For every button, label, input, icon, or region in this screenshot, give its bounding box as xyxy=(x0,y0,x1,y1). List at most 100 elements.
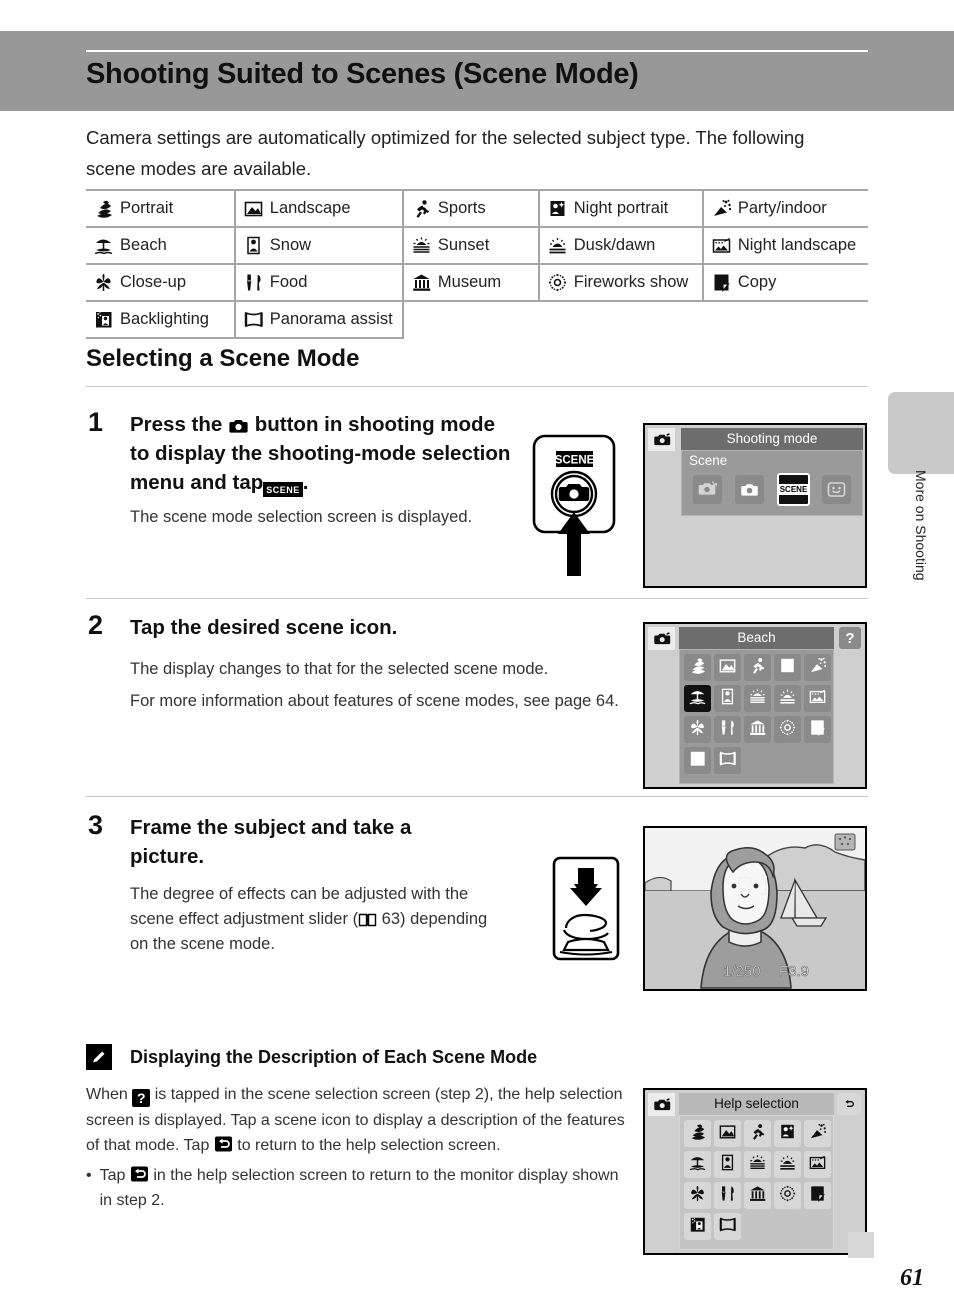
scene-tile-snow[interactable] xyxy=(714,1151,741,1178)
landscape-icon xyxy=(719,657,736,679)
scene-tile-night-portrait[interactable] xyxy=(774,1120,801,1147)
sports-icon xyxy=(749,657,766,679)
scene-tile-night-landscape[interactable] xyxy=(804,685,831,712)
panorama-assist-icon xyxy=(244,310,263,329)
scene-tile-landscape[interactable] xyxy=(714,1120,741,1147)
scene-tile-sunset[interactable] xyxy=(744,1151,771,1178)
step-3-body: The degree of effects can be adjusted wi… xyxy=(130,882,510,964)
help-return-button[interactable] xyxy=(837,1093,861,1115)
scene-table-cell: Snow xyxy=(233,226,404,265)
scene-tile-food[interactable] xyxy=(714,716,741,743)
side-tab-label: More on Shooting xyxy=(888,470,954,640)
fireworks-icon xyxy=(548,273,567,292)
scene-tile-dusk-dawn[interactable] xyxy=(774,1151,801,1178)
scene-table-row: Portrait Landscape Sports Night portrait Par… xyxy=(86,189,868,228)
scene-tile-copy[interactable] xyxy=(804,1182,831,1209)
step-3-number: 3 xyxy=(88,810,104,840)
food-icon xyxy=(719,719,736,741)
scene-tile-night-landscape[interactable] xyxy=(804,1151,831,1178)
scene-table-row: Backlighting Panorama assist xyxy=(86,300,868,339)
scene-tile-close-up[interactable] xyxy=(684,1182,711,1209)
scene-tile-landscape[interactable] xyxy=(714,654,741,681)
note-part-3: to return to the help selection screen. xyxy=(237,1137,501,1154)
help-button[interactable]: ? xyxy=(839,627,861,649)
lcd-shooting-mode-screen: Shooting mode Scene SCENE xyxy=(643,423,867,588)
scene-tile-dusk-dawn[interactable] xyxy=(774,685,801,712)
scene-mode-label: Party/indoor xyxy=(737,199,827,217)
beach-icon xyxy=(94,236,113,255)
scene-tile-panorama-assist[interactable] xyxy=(714,1213,741,1240)
night-portrait-icon xyxy=(779,1123,796,1145)
scene-mode-label: Fireworks show xyxy=(573,273,689,291)
scene-tile-party-indoor[interactable] xyxy=(804,654,831,681)
step-2-number: 2 xyxy=(88,610,104,640)
lcd-tile-auto-mode[interactable] xyxy=(735,475,764,504)
lcd-help-grid xyxy=(679,1115,834,1250)
scene-mode-label: Food xyxy=(269,273,308,291)
lcd-scene-selection-screen: Beach ? xyxy=(643,622,867,789)
scene-mode-label: Portrait xyxy=(120,199,174,217)
scene-tile-snow[interactable] xyxy=(714,685,741,712)
scene-table-cell: Landscape xyxy=(233,189,404,228)
scene-tile-fireworks[interactable] xyxy=(774,1182,801,1209)
step-2-body-line-2: For more information about features of s… xyxy=(130,692,619,710)
scene-tile-beach[interactable] xyxy=(684,685,711,712)
scene-table-row: Beach Snow Sunset Dusk/dawn Night landscape xyxy=(86,226,868,265)
lcd-tile-smart-portrait[interactable] xyxy=(822,475,851,504)
portrait-icon xyxy=(94,199,113,218)
scene-tile-night-portrait[interactable] xyxy=(774,654,801,681)
page-title: Shooting Suited to Scenes (Scene Mode) xyxy=(86,58,639,90)
scene-tile-museum[interactable] xyxy=(744,1182,771,1209)
scene-tile-party-indoor[interactable] xyxy=(804,1120,831,1147)
scene-mode-label: Sports xyxy=(437,199,486,217)
scene-tile-copy[interactable] xyxy=(804,716,831,743)
night-landscape-icon xyxy=(809,688,826,710)
lcd-camera-tab-icon-3 xyxy=(648,1093,675,1116)
header-rule xyxy=(86,50,868,52)
close-up-icon xyxy=(689,1185,706,1207)
scene-mode-label: Dusk/dawn xyxy=(573,236,656,254)
scene-tile-portrait[interactable] xyxy=(684,1120,711,1147)
scene-tile-museum[interactable] xyxy=(744,716,771,743)
scene-mode-label: Backlighting xyxy=(120,310,209,328)
scene-tile-panorama-assist[interactable] xyxy=(714,747,741,774)
sunset-icon xyxy=(749,688,766,710)
book-reference-icon xyxy=(358,912,377,927)
party-indoor-icon xyxy=(809,1123,827,1145)
lcd-tile-scene-mode[interactable]: SCENE xyxy=(777,473,810,506)
scene-tile-sports[interactable] xyxy=(744,654,771,681)
note-body: When ? is tapped in the scene selection … xyxy=(86,1082,631,1214)
note-bullet-text: Tap in the help selection screen to retu… xyxy=(100,1163,631,1214)
scene-tile-portrait[interactable] xyxy=(684,654,711,681)
step-1-title-part-1: Press the xyxy=(130,413,223,436)
scene-tile-food[interactable] xyxy=(714,1182,741,1209)
food-icon xyxy=(719,1185,736,1207)
step-1-number: 1 xyxy=(88,407,104,437)
step-3-body-line-1: The degree of effects can be adjusted wi… xyxy=(130,882,510,957)
pencil-icon xyxy=(86,1044,112,1070)
scene-tile-backlighting[interactable] xyxy=(684,747,711,774)
scene-tile-close-up[interactable] xyxy=(684,716,711,743)
step-3-body-page-ref: 63 xyxy=(381,910,401,928)
scene-tile-fireworks[interactable] xyxy=(774,716,801,743)
scene-tile-sunset[interactable] xyxy=(744,685,771,712)
lcd-scene-selection-title: Beach xyxy=(679,627,834,649)
scene-table-cell: Night landscape xyxy=(701,226,868,265)
scene-table-cell: Close-up xyxy=(86,263,236,302)
scene-tile-sports[interactable] xyxy=(744,1120,771,1147)
sunset-icon xyxy=(749,1154,766,1176)
scene-tag-glyph: SCENE xyxy=(263,482,303,497)
party-indoor-icon xyxy=(809,657,827,679)
side-tab-text: More on Shooting xyxy=(913,470,929,581)
scene-mode-label: Night landscape xyxy=(737,236,857,254)
panorama-assist-icon xyxy=(719,1216,736,1238)
scene-tile-beach[interactable] xyxy=(684,1151,711,1178)
scene-table-cell: Dusk/dawn xyxy=(537,226,704,265)
scene-table-cell: Museum xyxy=(401,263,540,302)
scene-tile-backlighting[interactable] xyxy=(684,1213,711,1240)
lcd-tile-auto-scene[interactable] xyxy=(693,475,722,504)
beach-icon xyxy=(689,688,706,710)
fireworks-icon xyxy=(779,719,796,741)
lcd-help-selection-screen: Help selection xyxy=(643,1088,867,1255)
scene-table-cell: Portrait xyxy=(86,189,236,228)
